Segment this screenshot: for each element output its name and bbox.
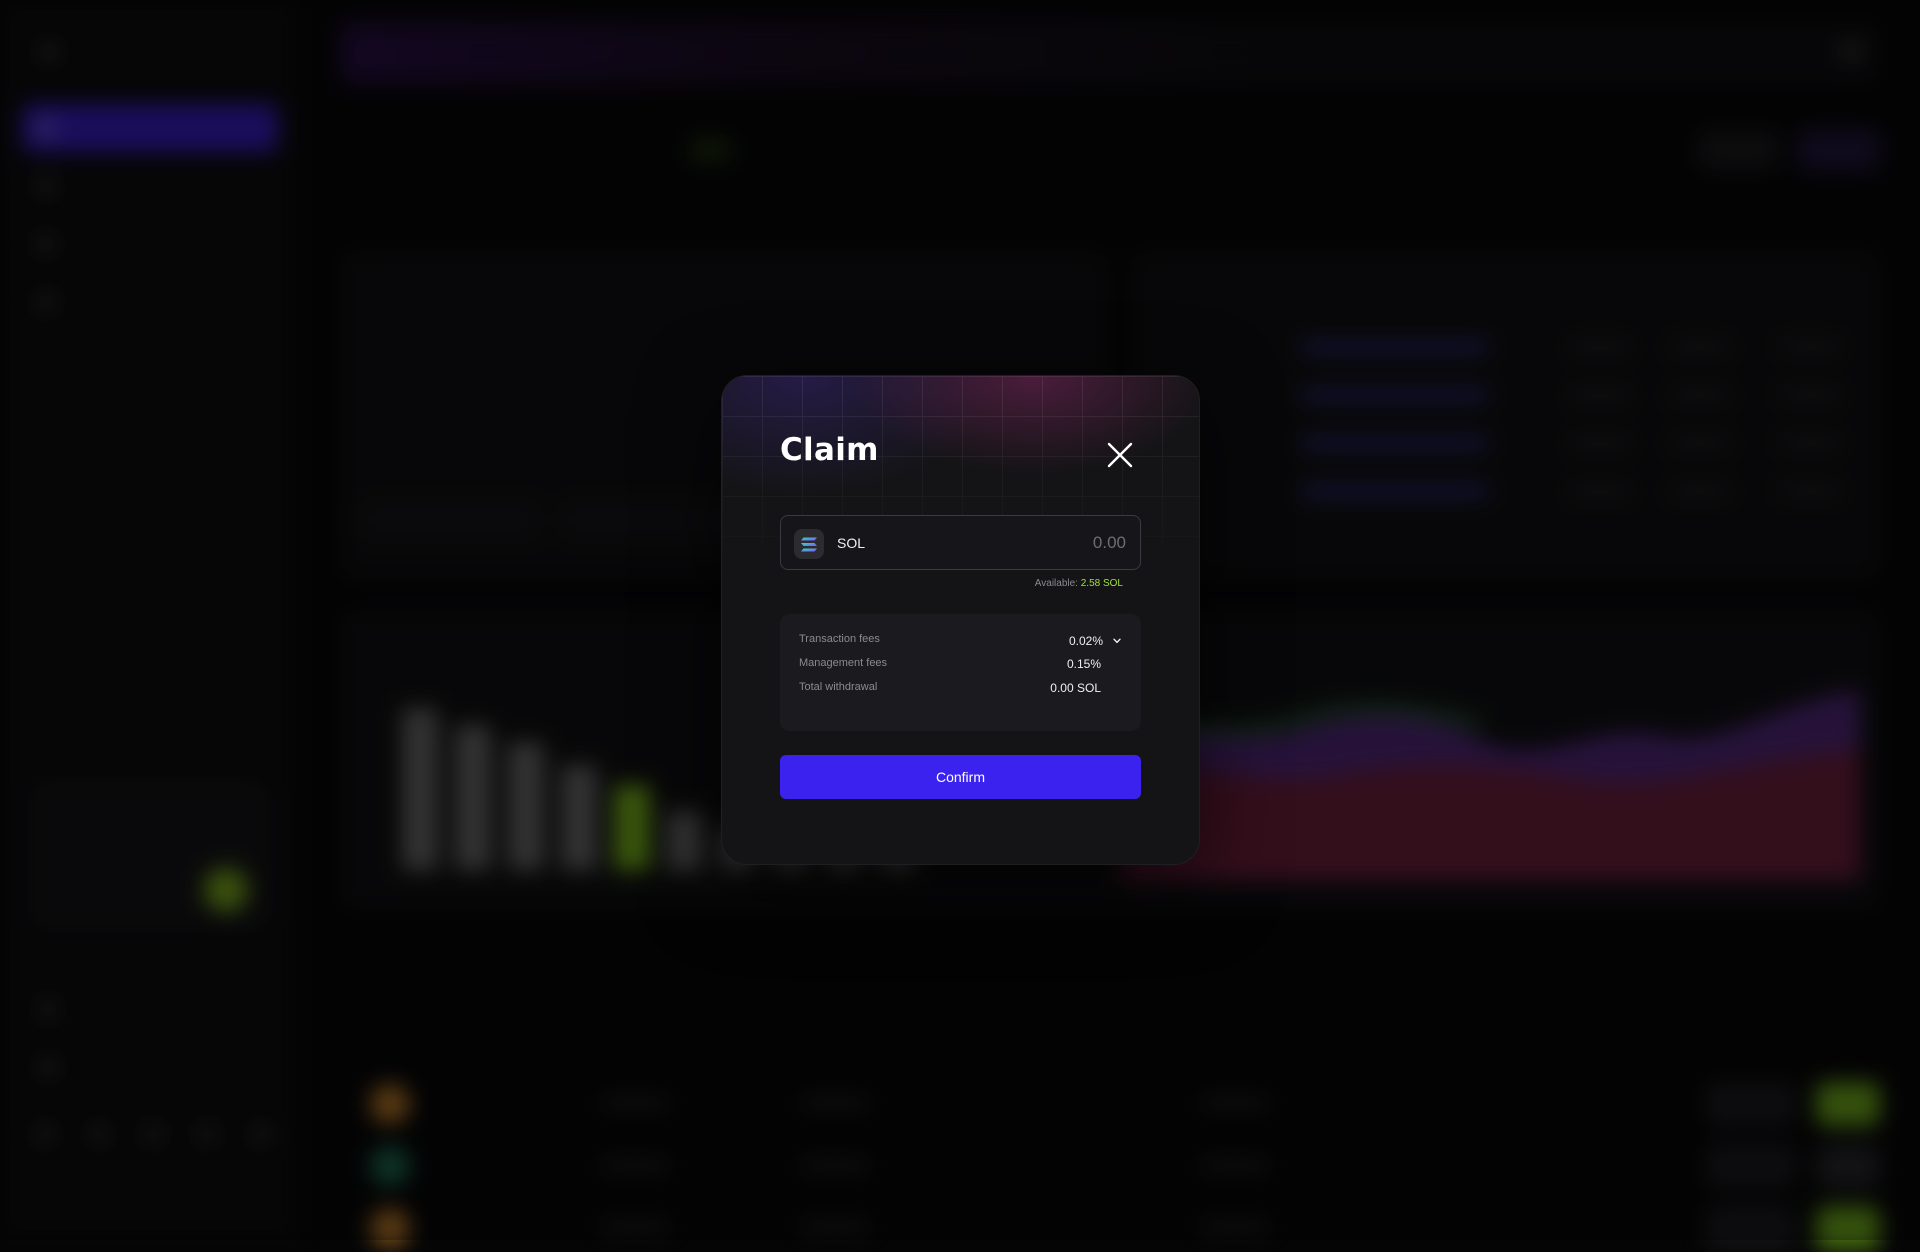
- transaction-fee-select[interactable]: 0.02%: [1069, 631, 1121, 651]
- chevron-down-icon: [1113, 638, 1121, 644]
- claim-modal: Claim SOL Available: 2.5: [721, 375, 1200, 865]
- fee-label: Total withdrawal: [799, 681, 878, 693]
- confirm-button[interactable]: Confirm: [780, 755, 1141, 799]
- fee-row-transaction: Transaction fees 0.02%: [799, 633, 1121, 649]
- fee-label: Management fees: [799, 657, 888, 669]
- fee-value: 0.00 SOL: [1050, 681, 1101, 695]
- solana-icon: [794, 529, 824, 559]
- fee-value: 0.15%: [1066, 657, 1101, 671]
- fee-label: Transaction fees: [799, 633, 880, 645]
- modal-title: Claim: [780, 432, 879, 468]
- fees-summary: Transaction fees 0.02% Management fees 0…: [780, 614, 1141, 731]
- fee-row-management: Management fees 0.15%: [799, 657, 1121, 673]
- amount-input[interactable]: [966, 530, 1126, 556]
- close-button[interactable]: [1105, 440, 1135, 470]
- fee-row-total: Total withdrawal 0.00 SOL: [799, 681, 1121, 697]
- fee-value: 0.02%: [1068, 634, 1103, 648]
- available-value[interactable]: 2.58 SOL: [1081, 578, 1123, 589]
- token-symbol: SOL: [837, 535, 866, 551]
- close-icon: [1107, 442, 1133, 468]
- available-label: Available:: [1034, 578, 1078, 589]
- available-balance: Available: 2.58 SOL: [1035, 578, 1123, 589]
- amount-field[interactable]: SOL: [780, 515, 1141, 570]
